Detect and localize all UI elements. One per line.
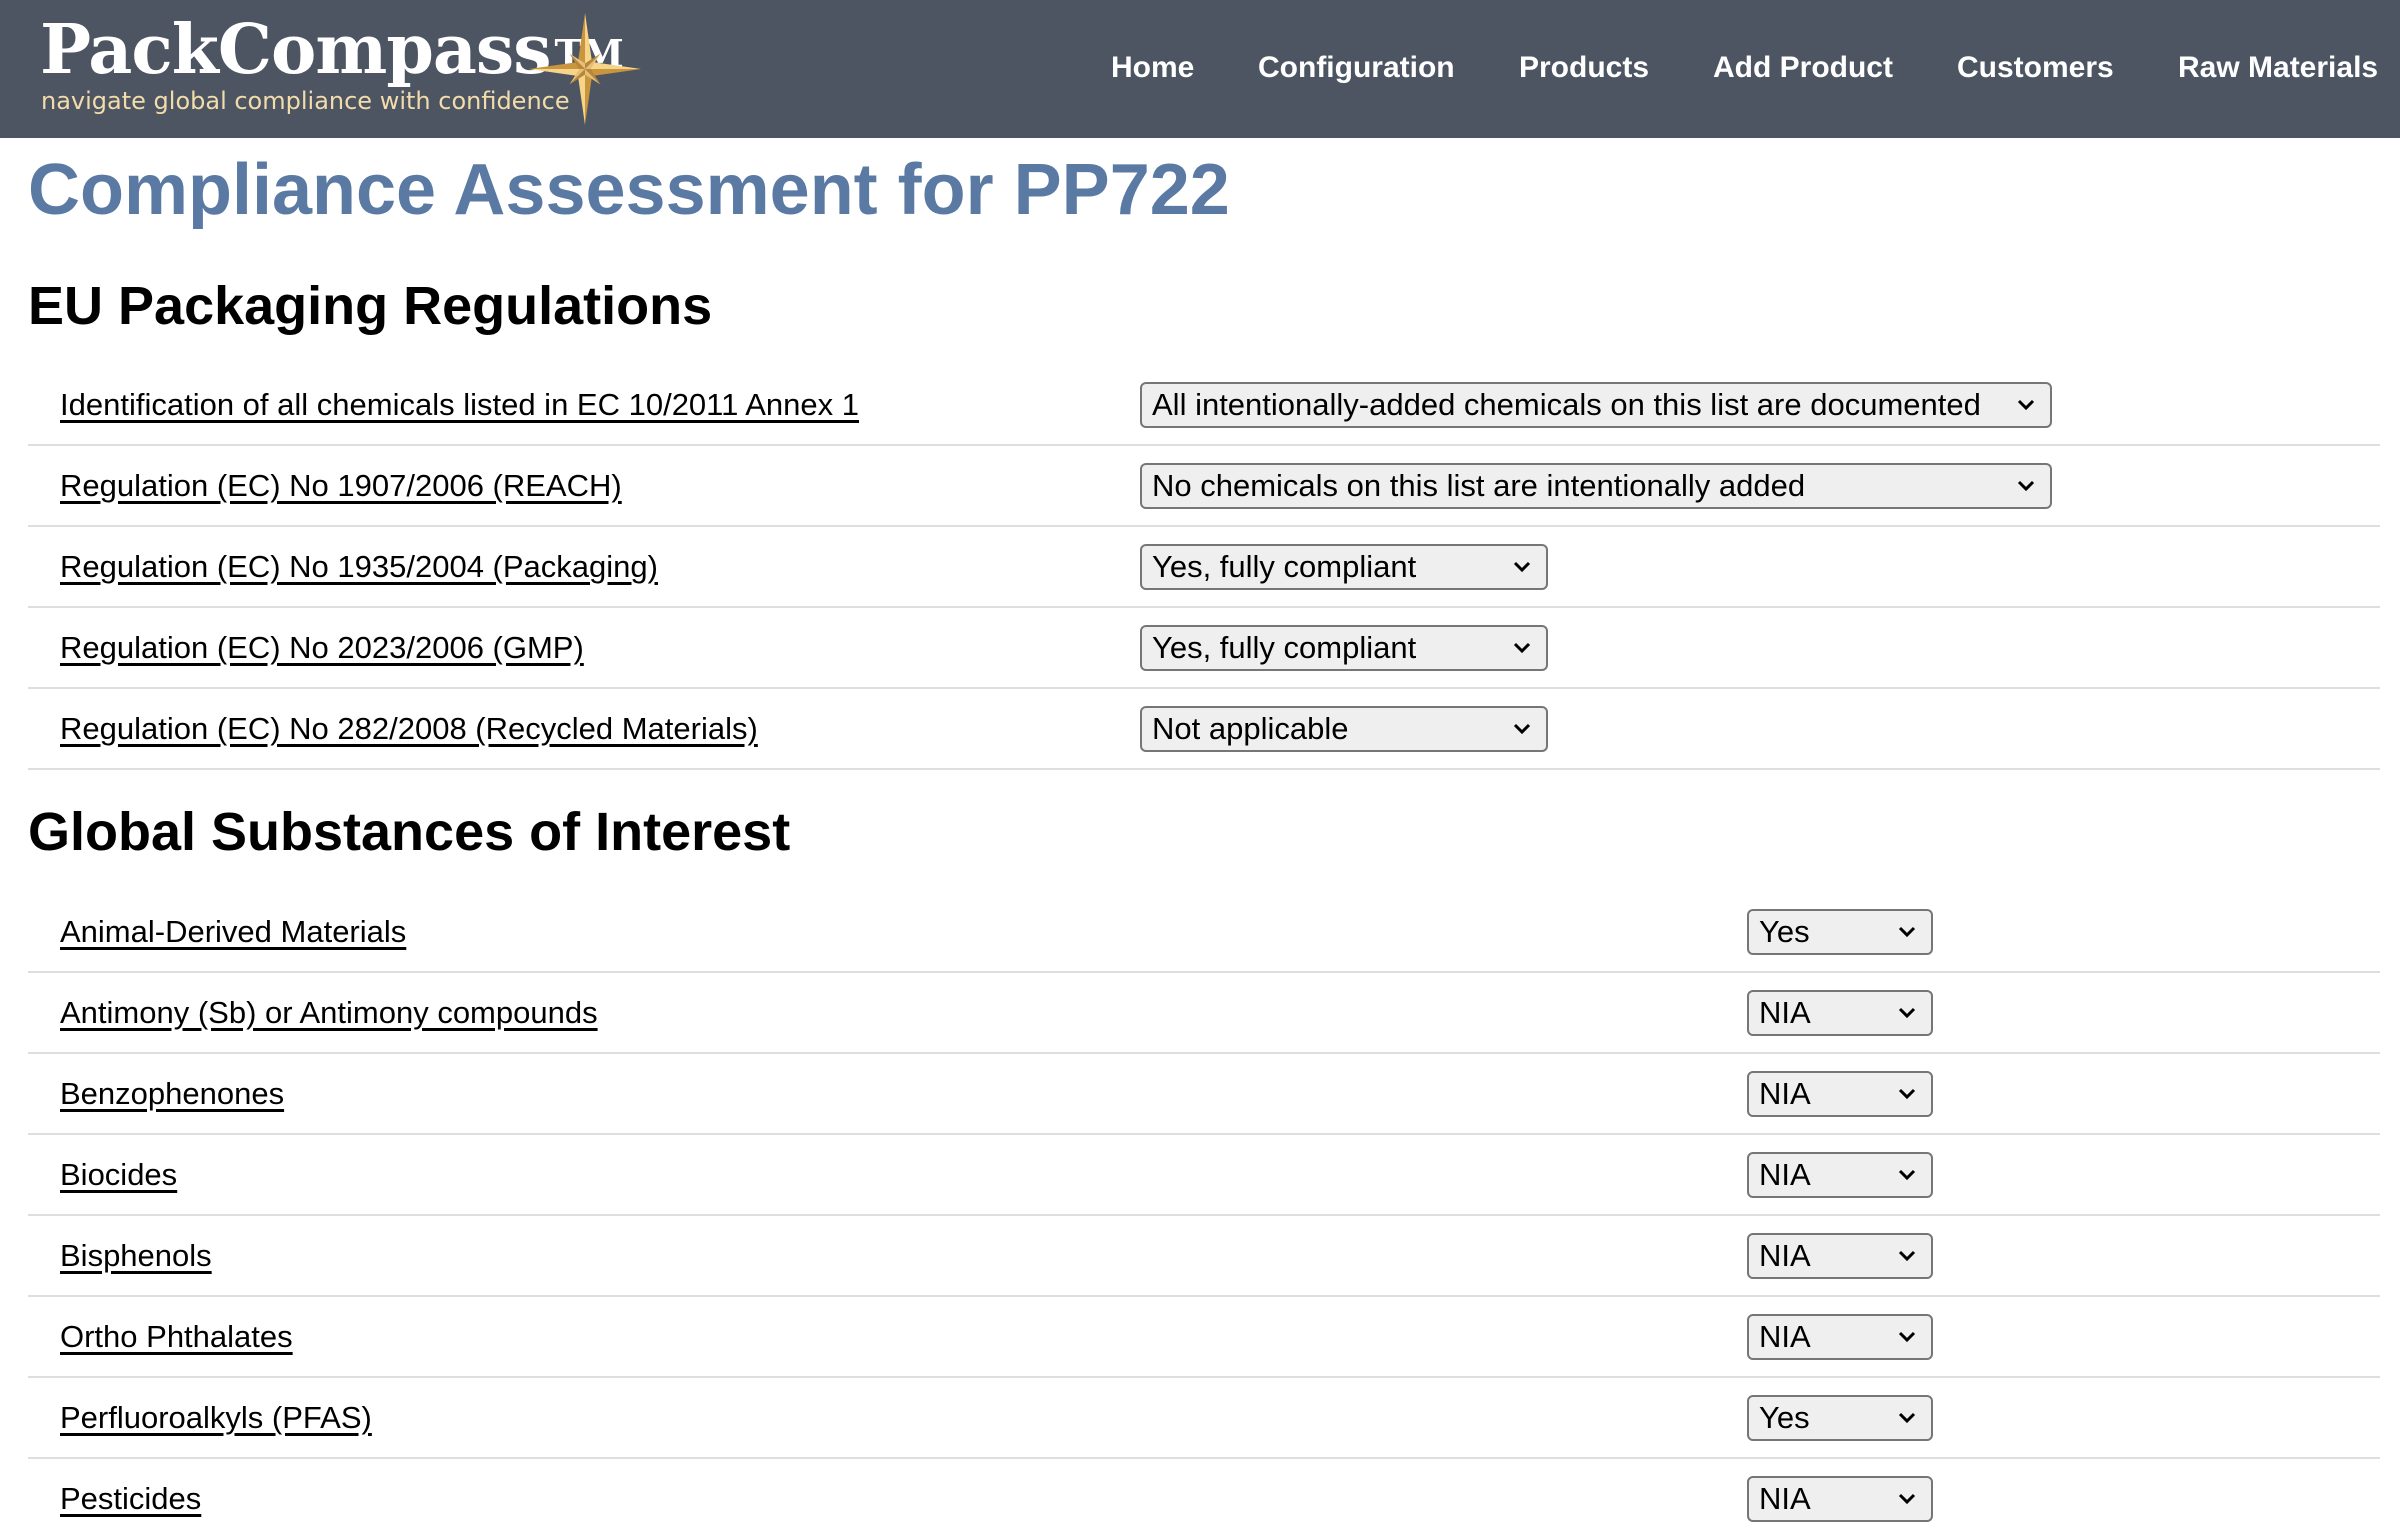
nav-add-product[interactable]: Add Product bbox=[1713, 46, 1893, 90]
nav-configuration[interactable]: Configuration bbox=[1258, 46, 1455, 90]
select-value: NIA bbox=[1759, 1481, 1811, 1516]
chevron-down-icon bbox=[2017, 399, 2035, 411]
substance-select[interactable]: Yes bbox=[1747, 1395, 1933, 1441]
regulation-link[interactable]: Regulation (EC) No 282/2008 (Recycled Ma… bbox=[60, 689, 758, 768]
regulation-link[interactable]: Identification of all chemicals listed i… bbox=[60, 365, 859, 444]
substance-select[interactable]: NIA bbox=[1747, 1476, 1933, 1522]
select-value: Yes, fully compliant bbox=[1152, 549, 1417, 584]
substance-link[interactable]: Perfluoroalkyls (PFAS) bbox=[60, 1378, 372, 1457]
substance-select[interactable]: NIA bbox=[1747, 1314, 1933, 1360]
page-title: Compliance Assessment for PP722 bbox=[28, 150, 1230, 230]
table-row: Biocides NIA bbox=[28, 1135, 2380, 1216]
brand-tagline: navigate global compliance with confiden… bbox=[41, 87, 570, 115]
table-row: Regulation (EC) No 282/2008 (Recycled Ma… bbox=[28, 689, 2380, 770]
substance-select[interactable]: NIA bbox=[1747, 1152, 1933, 1198]
nav-products[interactable]: Products bbox=[1519, 46, 1649, 90]
chevron-down-icon bbox=[1513, 561, 1531, 573]
section-heading-gsi: Global Substances of Interest bbox=[28, 802, 791, 862]
table-row: Regulation (EC) No 1935/2004 (Packaging)… bbox=[28, 527, 2380, 608]
table-row: Regulation (EC) No 1907/2006 (REACH) No … bbox=[28, 446, 2380, 527]
chevron-down-icon bbox=[1898, 1493, 1916, 1505]
select-value: NIA bbox=[1759, 1319, 1811, 1354]
substance-select[interactable]: NIA bbox=[1747, 1233, 1933, 1279]
compliance-select[interactable]: Yes, fully compliant bbox=[1140, 625, 1548, 671]
chevron-down-icon bbox=[2017, 480, 2035, 492]
select-value: Not applicable bbox=[1152, 711, 1349, 746]
table-row: Benzophenones NIA bbox=[28, 1054, 2380, 1135]
nav-home[interactable]: Home bbox=[1111, 46, 1194, 90]
select-value: All intentionally-added chemicals on thi… bbox=[1152, 387, 1981, 422]
select-value: NIA bbox=[1759, 995, 1811, 1030]
compliance-select[interactable]: Not applicable bbox=[1140, 706, 1548, 752]
table-row: Regulation (EC) No 2023/2006 (GMP) Yes, … bbox=[28, 608, 2380, 689]
substance-link[interactable]: Benzophenones bbox=[60, 1054, 284, 1133]
section-heading-eu: EU Packaging Regulations bbox=[28, 276, 713, 336]
select-value: Yes bbox=[1759, 1400, 1810, 1435]
nav-customers[interactable]: Customers bbox=[1957, 46, 2114, 90]
substance-link[interactable]: Bisphenols bbox=[60, 1216, 212, 1295]
chevron-down-icon bbox=[1898, 1331, 1916, 1343]
select-value: NIA bbox=[1759, 1157, 1811, 1192]
table-row: Antimony (Sb) or Antimony compounds NIA bbox=[28, 973, 2380, 1054]
compliance-select[interactable]: All intentionally-added chemicals on thi… bbox=[1140, 382, 2052, 428]
select-value: No chemicals on this list are intentiona… bbox=[1152, 468, 1806, 503]
select-value: NIA bbox=[1759, 1076, 1811, 1111]
chevron-down-icon bbox=[1898, 1007, 1916, 1019]
substance-link[interactable]: Ortho Phthalates bbox=[60, 1297, 293, 1376]
chevron-down-icon bbox=[1898, 1169, 1916, 1181]
substance-select[interactable]: NIA bbox=[1747, 990, 1933, 1036]
chevron-down-icon bbox=[1513, 642, 1531, 654]
substance-link[interactable]: Biocides bbox=[60, 1135, 177, 1214]
top-navbar: PackCompassTM navigate global compliance… bbox=[0, 0, 2400, 138]
select-value: Yes bbox=[1759, 914, 1810, 949]
compliance-select[interactable]: No chemicals on this list are intentiona… bbox=[1140, 463, 2052, 509]
select-value: NIA bbox=[1759, 1238, 1811, 1273]
table-row: Ortho Phthalates NIA bbox=[28, 1297, 2380, 1378]
table-row: Bisphenols NIA bbox=[28, 1216, 2380, 1297]
substance-link[interactable]: Antimony (Sb) or Antimony compounds bbox=[60, 973, 598, 1052]
compliance-select[interactable]: Yes, fully compliant bbox=[1140, 544, 1548, 590]
table-row: Perfluoroalkyls (PFAS) Yes bbox=[28, 1378, 2380, 1459]
regulation-link[interactable]: Regulation (EC) No 1907/2006 (REACH) bbox=[60, 446, 622, 525]
select-value: Yes, fully compliant bbox=[1152, 630, 1417, 665]
chevron-down-icon bbox=[1898, 1088, 1916, 1100]
substance-link[interactable]: Pesticides bbox=[60, 1459, 201, 1538]
substance-link[interactable]: Animal-Derived Materials bbox=[60, 892, 406, 971]
chevron-down-icon bbox=[1898, 1412, 1916, 1424]
table-row: Identification of all chemicals listed i… bbox=[28, 365, 2380, 446]
regulation-link[interactable]: Regulation (EC) No 2023/2006 (GMP) bbox=[60, 608, 584, 687]
substance-select[interactable]: NIA bbox=[1747, 1071, 1933, 1117]
regulation-link[interactable]: Regulation (EC) No 1935/2004 (Packaging) bbox=[60, 527, 658, 606]
main-nav: Home Configuration Products Add Product … bbox=[0, 46, 2400, 90]
nav-raw-materials[interactable]: Raw Materials bbox=[2178, 46, 2378, 90]
table-row: Animal-Derived Materials Yes bbox=[28, 892, 2380, 973]
chevron-down-icon bbox=[1898, 926, 1916, 938]
chevron-down-icon bbox=[1513, 723, 1531, 735]
table-row: Pesticides NIA bbox=[28, 1459, 2380, 1540]
chevron-down-icon bbox=[1898, 1250, 1916, 1262]
substance-select[interactable]: Yes bbox=[1747, 909, 1933, 955]
